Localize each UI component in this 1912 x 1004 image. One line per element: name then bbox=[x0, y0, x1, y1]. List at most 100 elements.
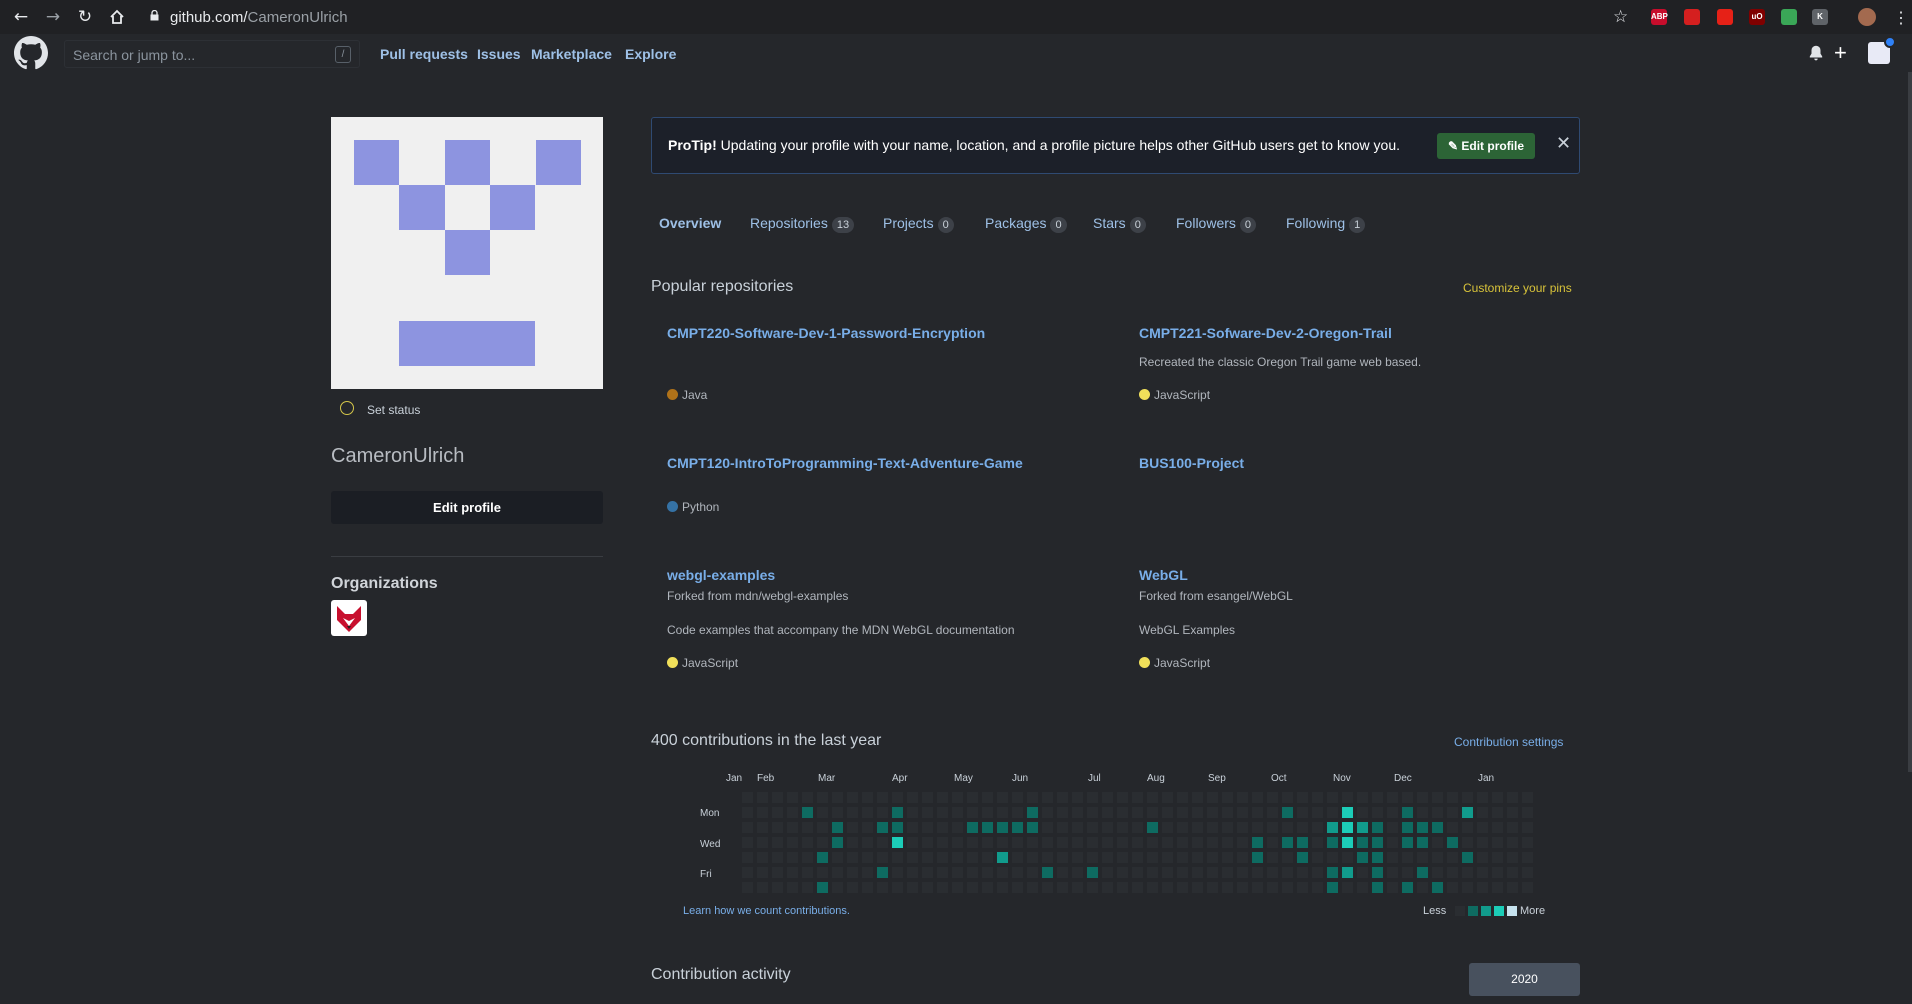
reload-icon[interactable]: ↻ bbox=[76, 8, 94, 26]
contribution-day[interactable] bbox=[907, 807, 918, 818]
contribution-day[interactable] bbox=[772, 792, 783, 803]
tab-packages[interactable]: Packages 0 bbox=[985, 215, 1067, 233]
contribution-day[interactable] bbox=[1312, 807, 1323, 818]
contribution-day[interactable] bbox=[1507, 852, 1518, 863]
contribution-day[interactable] bbox=[1042, 807, 1053, 818]
contribution-day[interactable] bbox=[1402, 807, 1413, 818]
nav-pull-requests[interactable]: Pull requests bbox=[380, 46, 468, 62]
contribution-day[interactable] bbox=[1417, 822, 1428, 833]
close-icon[interactable]: ✕ bbox=[1556, 133, 1571, 154]
contribution-day[interactable] bbox=[1402, 852, 1413, 863]
url-text[interactable]: github.com/CameronUlrich bbox=[170, 9, 348, 26]
contribution-day[interactable] bbox=[1477, 822, 1488, 833]
contribution-day[interactable] bbox=[1477, 792, 1488, 803]
contribution-day[interactable] bbox=[847, 807, 858, 818]
contribution-day[interactable] bbox=[1222, 807, 1233, 818]
contribution-day[interactable] bbox=[1327, 852, 1338, 863]
contribution-day[interactable] bbox=[1507, 882, 1518, 893]
bookmark-star-icon[interactable]: ☆ bbox=[1613, 7, 1628, 27]
contribution-day[interactable] bbox=[922, 867, 933, 878]
contribution-day[interactable] bbox=[997, 867, 1008, 878]
contribution-day[interactable] bbox=[1192, 822, 1203, 833]
contribution-day[interactable] bbox=[952, 867, 963, 878]
contribution-day[interactable] bbox=[1162, 882, 1173, 893]
contribution-day[interactable] bbox=[1042, 867, 1053, 878]
contribution-day[interactable] bbox=[877, 837, 888, 848]
contribution-day[interactable] bbox=[1462, 867, 1473, 878]
contribution-day[interactable] bbox=[1162, 837, 1173, 848]
page-scrollbar[interactable] bbox=[1908, 72, 1912, 772]
contribution-day[interactable] bbox=[1327, 822, 1338, 833]
contribution-day[interactable] bbox=[817, 822, 828, 833]
contribution-day[interactable] bbox=[877, 882, 888, 893]
contribution-day[interactable] bbox=[937, 837, 948, 848]
contribution-day[interactable] bbox=[1012, 792, 1023, 803]
nav-explore[interactable]: Explore bbox=[625, 46, 676, 62]
contribution-day[interactable] bbox=[1207, 807, 1218, 818]
contribution-day[interactable] bbox=[892, 807, 903, 818]
contribution-day[interactable] bbox=[787, 882, 798, 893]
contribution-day[interactable] bbox=[1312, 837, 1323, 848]
contribution-day[interactable] bbox=[982, 867, 993, 878]
contribution-day[interactable] bbox=[1132, 822, 1143, 833]
contribution-day[interactable] bbox=[1072, 852, 1083, 863]
contribution-day[interactable] bbox=[1297, 867, 1308, 878]
contribution-day[interactable] bbox=[1342, 822, 1353, 833]
contribution-day[interactable] bbox=[1057, 822, 1068, 833]
contribution-day[interactable] bbox=[757, 792, 768, 803]
contribution-day[interactable] bbox=[1102, 822, 1113, 833]
contribution-day[interactable] bbox=[952, 852, 963, 863]
contribution-day[interactable] bbox=[1522, 792, 1533, 803]
contribution-day[interactable] bbox=[862, 852, 873, 863]
contribution-day[interactable] bbox=[1072, 822, 1083, 833]
contribution-day[interactable] bbox=[1192, 792, 1203, 803]
contribution-day[interactable] bbox=[1522, 807, 1533, 818]
contribution-day[interactable] bbox=[1507, 867, 1518, 878]
contribution-day[interactable] bbox=[1432, 837, 1443, 848]
contribution-day[interactable] bbox=[1357, 822, 1368, 833]
contribution-day[interactable] bbox=[1447, 867, 1458, 878]
contribution-day[interactable] bbox=[1372, 822, 1383, 833]
contribution-day[interactable] bbox=[1342, 792, 1353, 803]
contribution-day[interactable] bbox=[1522, 852, 1533, 863]
contribution-settings-link[interactable]: Contribution settings bbox=[1454, 735, 1563, 749]
contribution-day[interactable] bbox=[1147, 882, 1158, 893]
repo-link[interactable]: CMPT220-Software-Dev-1-Password-Encrypti… bbox=[667, 325, 985, 341]
contribution-day[interactable] bbox=[1012, 822, 1023, 833]
contribution-day[interactable] bbox=[1507, 837, 1518, 848]
contribution-day[interactable] bbox=[1282, 792, 1293, 803]
contribution-day[interactable] bbox=[1162, 852, 1173, 863]
contribution-day[interactable] bbox=[1087, 807, 1098, 818]
contribution-day[interactable] bbox=[1252, 792, 1263, 803]
contribution-day[interactable] bbox=[1387, 792, 1398, 803]
customize-pins-link[interactable]: Customize your pins bbox=[1463, 281, 1572, 295]
contribution-day[interactable] bbox=[1177, 837, 1188, 848]
learn-contributions-link[interactable]: Learn how we count contributions. bbox=[683, 905, 850, 917]
contribution-day[interactable] bbox=[1027, 882, 1038, 893]
contribution-day[interactable] bbox=[1072, 807, 1083, 818]
contribution-day[interactable] bbox=[1237, 822, 1248, 833]
contribution-day[interactable] bbox=[1222, 792, 1233, 803]
contribution-day[interactable] bbox=[787, 807, 798, 818]
profile-avatar-large[interactable] bbox=[331, 117, 603, 389]
contribution-day[interactable] bbox=[1072, 882, 1083, 893]
contribution-day[interactable] bbox=[1282, 882, 1293, 893]
contribution-day[interactable] bbox=[1117, 807, 1128, 818]
contribution-day[interactable] bbox=[862, 792, 873, 803]
contribution-day[interactable] bbox=[1372, 792, 1383, 803]
contribution-day[interactable] bbox=[1387, 867, 1398, 878]
contribution-day[interactable] bbox=[952, 792, 963, 803]
contribution-day[interactable] bbox=[1087, 837, 1098, 848]
contribution-day[interactable] bbox=[1072, 867, 1083, 878]
contribution-day[interactable] bbox=[1237, 852, 1248, 863]
contribution-day[interactable] bbox=[832, 852, 843, 863]
contribution-day[interactable] bbox=[1432, 867, 1443, 878]
contribution-day[interactable] bbox=[907, 792, 918, 803]
contribution-day[interactable] bbox=[1207, 822, 1218, 833]
contribution-day[interactable] bbox=[1192, 882, 1203, 893]
contribution-day[interactable] bbox=[1357, 867, 1368, 878]
contribution-day[interactable] bbox=[787, 792, 798, 803]
contribution-day[interactable] bbox=[1057, 807, 1068, 818]
contribution-day[interactable] bbox=[802, 792, 813, 803]
contribution-day[interactable] bbox=[907, 882, 918, 893]
